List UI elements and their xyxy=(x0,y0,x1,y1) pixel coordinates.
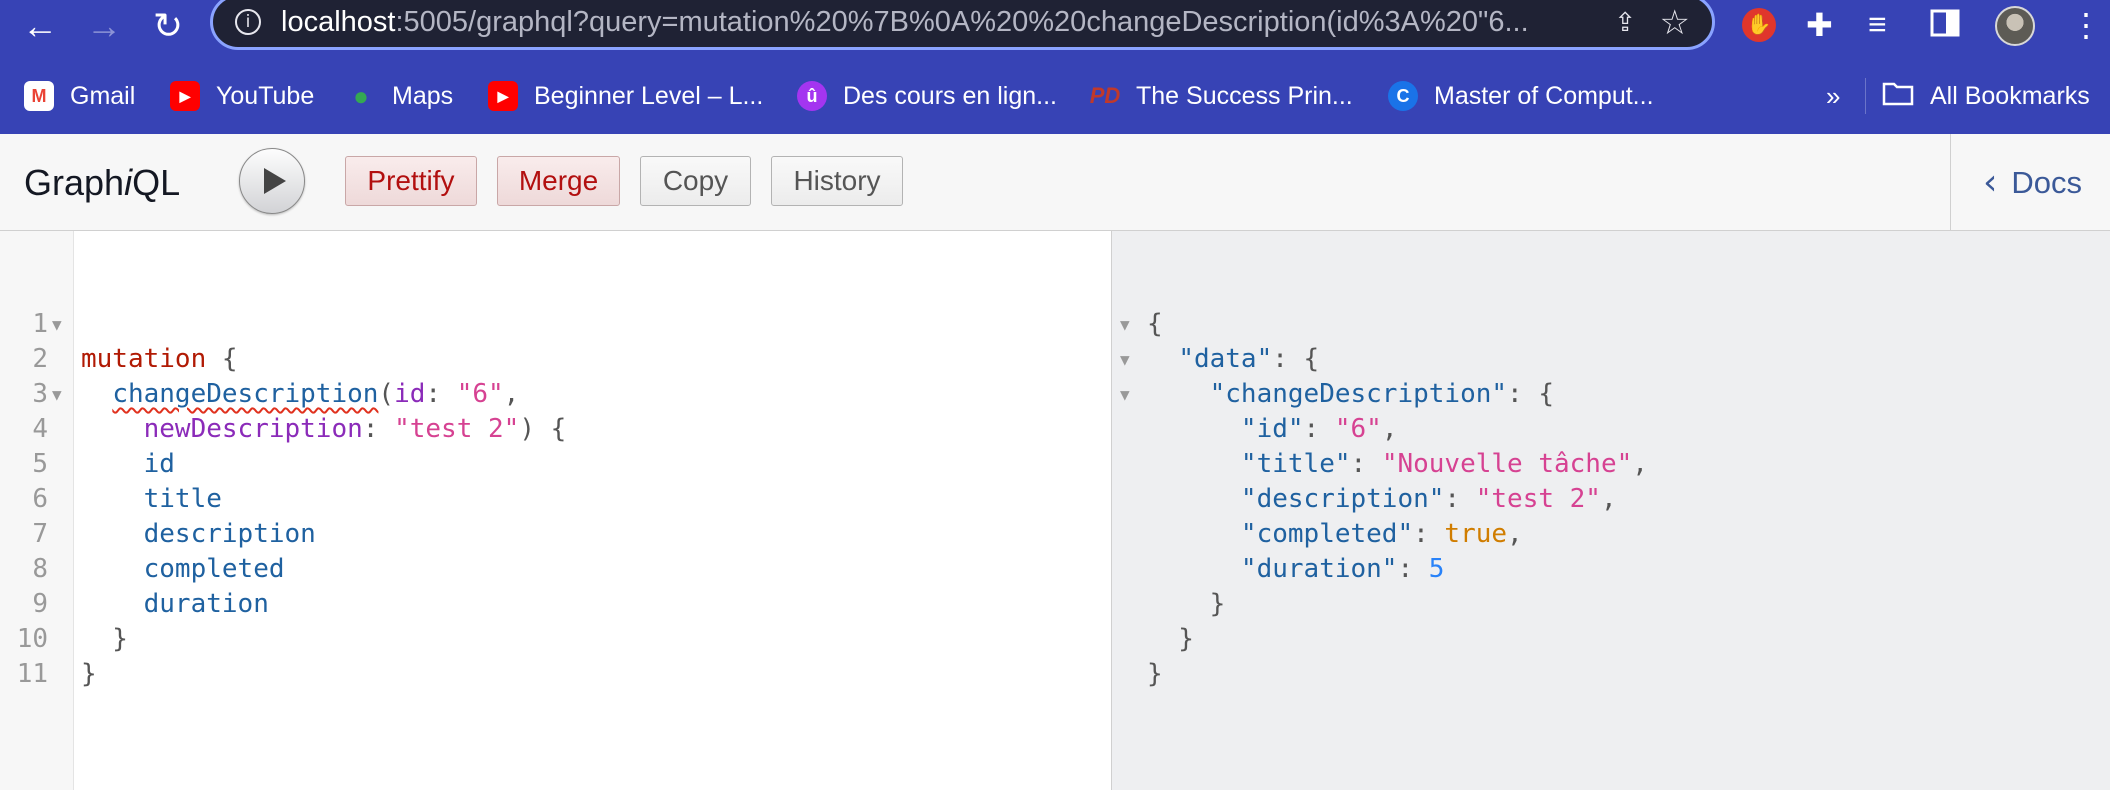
gmail-icon: M xyxy=(24,81,54,111)
coursera-icon: C xyxy=(1388,81,1418,111)
url-host: localhost xyxy=(281,6,396,38)
bookmark-maps[interactable]: ● Maps xyxy=(346,58,453,134)
query-editor[interactable]: 1 ▼ mutation { 2 changeDescription(id: "6… xyxy=(0,231,1112,790)
back-arrow-icon: ← xyxy=(22,5,58,46)
merge-button[interactable]: Merge xyxy=(497,156,620,206)
youtube-icon: ▶ xyxy=(170,81,200,111)
back-button[interactable]: ← xyxy=(14,0,66,52)
bookmark-label: Beginner Level – L... xyxy=(534,81,764,110)
bookmark-star-icon[interactable]: ☆ xyxy=(1660,3,1690,43)
result-line: } xyxy=(1147,624,1194,654)
bookmark-success-principles[interactable]: PD The Success Prin... xyxy=(1090,58,1353,134)
bookmark-gmail[interactable]: M Gmail xyxy=(24,58,135,134)
reload-icon: ↻ xyxy=(152,5,184,46)
query-line: 3 ▼ newDescription: "test 2") { xyxy=(0,342,1100,444)
bookmark-label: Gmail xyxy=(70,81,136,110)
query-line: 7 completed xyxy=(0,482,1100,584)
site-info-icon[interactable]: i xyxy=(235,9,261,35)
result-viewer[interactable]: ▼{ ▼ "data": { ▼ "changeDescription": { … xyxy=(1112,231,2110,790)
result-line: ▼{ xyxy=(1112,272,2110,339)
bookmarks-overflow-chevron-icon[interactable]: » xyxy=(1826,58,1840,134)
extensions-puzzle-icon[interactable]: ✚ xyxy=(1806,6,1833,44)
maps-pin-icon: ● xyxy=(353,80,369,111)
logo-text-i: i xyxy=(124,162,133,203)
play-icon xyxy=(264,168,286,194)
result-line: ▼ "data": { xyxy=(1112,307,2110,374)
result-line: } xyxy=(1147,589,1226,619)
query-line: 5 title xyxy=(0,412,1100,514)
all-bookmarks-button[interactable]: All Bookmarks xyxy=(1882,58,2090,134)
udemy-icon: û xyxy=(797,81,827,111)
result-line: "description": "test 2", xyxy=(1240,484,1617,514)
query-line: 8 duration xyxy=(0,517,1100,619)
graphiql-toolbar: GraphiQL Prettify Merge Copy History ‹ Do… xyxy=(0,134,2110,231)
bookmark-label: Des cours en lign... xyxy=(843,81,1057,110)
browser-toolbar: ← → ↻ i localhost:5005/graphql?query=mut… xyxy=(0,0,2110,58)
forward-arrow-icon: → xyxy=(86,5,122,46)
prettify-button[interactable]: Prettify xyxy=(345,156,477,206)
result-line: "title": "Nouvelle tâche", xyxy=(1240,449,1648,479)
query-line: 1 ▼ mutation { xyxy=(0,272,1100,374)
history-button[interactable]: History xyxy=(771,156,903,206)
result-line: ▼ "changeDescription": { xyxy=(1112,342,2110,409)
result-line: } xyxy=(1147,659,1163,689)
bookmarks-divider xyxy=(1865,78,1866,114)
docs-panel-toggle: ‹ Docs xyxy=(1950,134,2110,230)
bookmark-label: The Success Prin... xyxy=(1136,81,1353,110)
bookmark-des-cours[interactable]: û Des cours en lign... xyxy=(797,58,1057,134)
query-line: 9 } xyxy=(0,552,1100,654)
logo-text-graph: Graph xyxy=(24,162,125,203)
bookmark-label: YouTube xyxy=(216,81,315,110)
bookmarks-bar: M Gmail ▶ YouTube ● Maps ▶ Beginner Leve… xyxy=(0,58,2110,135)
docs-label: Docs xyxy=(2011,164,2083,200)
execute-query-button[interactable] xyxy=(239,148,305,214)
query-line: 6 description xyxy=(0,447,1100,549)
forward-button[interactable]: → xyxy=(78,0,130,52)
profile-avatar[interactable] xyxy=(1995,6,2035,46)
result-line: "completed": true, xyxy=(1240,519,1523,549)
reload-button[interactable]: ↻ xyxy=(142,0,194,52)
query-line: 2 changeDescription(id: "6", xyxy=(0,307,1100,409)
query-line: 11 xyxy=(0,622,1100,689)
result-line: "duration": 5 xyxy=(1240,554,1445,584)
pd-logo-icon: PD xyxy=(1089,83,1121,108)
result-line: "id": "6", xyxy=(1240,414,1398,444)
bookmark-label: Maps xyxy=(392,81,454,110)
extension-stop-icon[interactable]: ✋ xyxy=(1742,8,1776,42)
copy-button[interactable]: Copy xyxy=(640,156,751,206)
youtube-icon: ▶ xyxy=(488,81,518,111)
media-playlist-icon[interactable]: ≡ xyxy=(1868,6,1887,43)
query-line: 4 id xyxy=(0,377,1100,479)
url-path: :5005/graphql?query=mutation%20%7B%0A%20… xyxy=(395,6,1529,38)
query-line: 10 } xyxy=(0,587,1100,689)
address-bar[interactable]: i localhost:5005/graphql?query=mutation%… xyxy=(210,0,1715,50)
bookmark-youtube[interactable]: ▶ YouTube xyxy=(170,58,314,134)
bookmark-beginner-level[interactable]: ▶ Beginner Level – L... xyxy=(488,58,763,134)
url-text[interactable]: localhost:5005/graphql?query=mutation%20… xyxy=(281,6,1591,39)
bookmark-label: Master of Comput... xyxy=(1434,81,1654,110)
share-icon[interactable]: ⇪ xyxy=(1614,7,1636,38)
docs-button[interactable]: ‹ Docs xyxy=(1983,162,2082,203)
graphiql-logo: GraphiQL xyxy=(24,162,180,204)
logo-text-ql: QL xyxy=(132,162,181,203)
line-number: 11 xyxy=(16,659,48,689)
bookmark-master-computer[interactable]: C Master of Comput... xyxy=(1388,58,1654,134)
chevron-left-icon: ‹ xyxy=(1983,162,1998,203)
side-panel-icon[interactable] xyxy=(1930,8,1960,46)
folder-icon xyxy=(1882,80,1914,113)
browser-menu-icon[interactable]: ⋮ xyxy=(2070,6,2102,44)
all-bookmarks-label: All Bookmarks xyxy=(1930,81,2090,110)
